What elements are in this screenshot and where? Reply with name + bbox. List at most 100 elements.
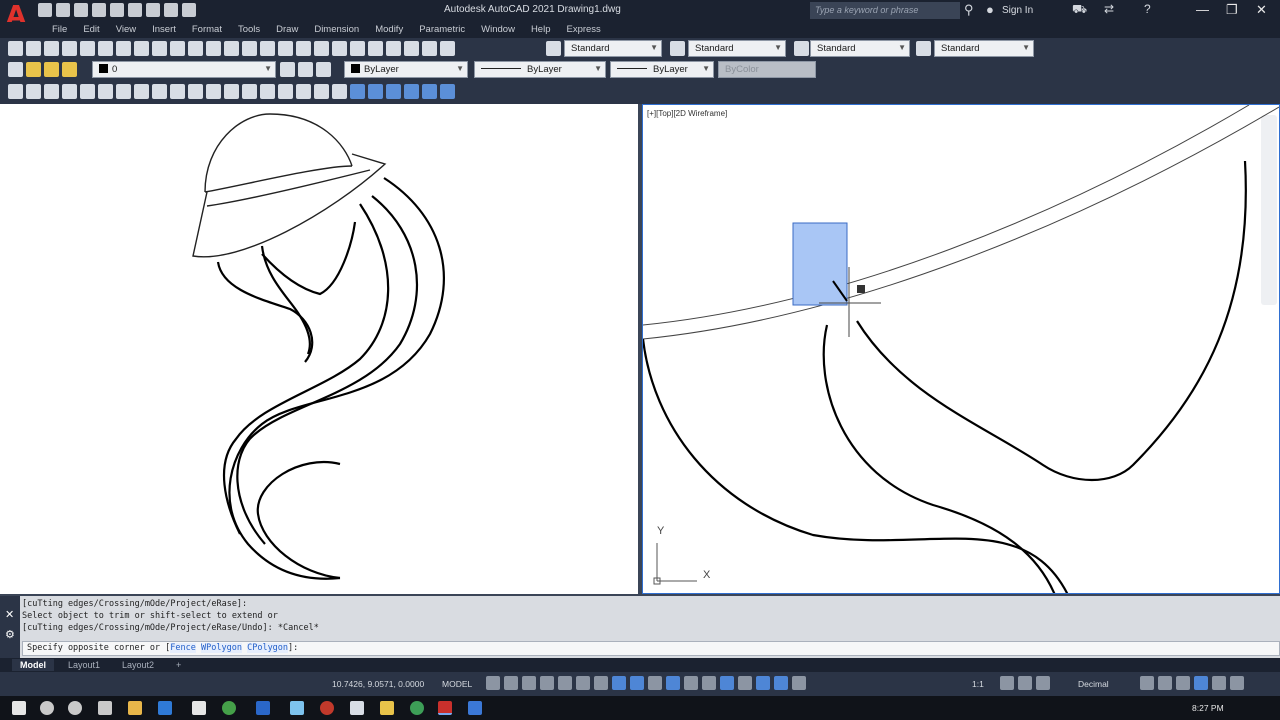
offset-icon[interactable] bbox=[62, 84, 77, 99]
layer-thaw-icon[interactable] bbox=[44, 62, 59, 77]
table-style-dropdown[interactable]: Standard ▼ bbox=[810, 40, 910, 57]
menu-modify[interactable]: Modify bbox=[367, 22, 411, 38]
app-word-icon[interactable] bbox=[468, 701, 482, 715]
move-icon[interactable] bbox=[98, 84, 113, 99]
sign-in-link[interactable]: Sign In bbox=[1002, 5, 1033, 16]
view-left-icon[interactable] bbox=[386, 84, 401, 99]
menu-edit[interactable]: Edit bbox=[75, 22, 107, 38]
copy-object-icon[interactable] bbox=[26, 84, 41, 99]
quickcalc-icon[interactable] bbox=[422, 41, 437, 56]
tab-layout2[interactable]: Layout2 bbox=[114, 659, 162, 671]
explode-icon[interactable] bbox=[278, 84, 293, 99]
app-green-icon[interactable] bbox=[222, 701, 236, 715]
auto-scale-icon[interactable] bbox=[792, 676, 806, 690]
3d-osnap-icon[interactable] bbox=[702, 676, 716, 690]
polar-icon[interactable] bbox=[576, 676, 590, 690]
menu-window[interactable]: Window bbox=[473, 22, 523, 38]
pan-icon[interactable] bbox=[260, 41, 275, 56]
open-icon[interactable] bbox=[56, 3, 70, 17]
add-layout-button[interactable]: + bbox=[168, 659, 189, 671]
scale-icon[interactable] bbox=[134, 84, 149, 99]
menu-draw[interactable]: Draw bbox=[268, 22, 306, 38]
tab-model[interactable]: Model bbox=[12, 659, 54, 671]
publish-icon[interactable] bbox=[98, 41, 113, 56]
app-blue-icon[interactable] bbox=[256, 701, 270, 715]
cut-icon[interactable] bbox=[134, 41, 149, 56]
copy-icon[interactable] bbox=[152, 41, 167, 56]
save-as-icon[interactable] bbox=[92, 3, 106, 17]
redo-tool-icon[interactable] bbox=[242, 41, 257, 56]
app-lightblue-icon[interactable] bbox=[290, 701, 304, 715]
cart-icon[interactable]: ⛟ bbox=[1072, 2, 1087, 18]
store-icon[interactable] bbox=[192, 701, 206, 715]
app-doc-icon[interactable] bbox=[350, 701, 364, 715]
viewport-left[interactable] bbox=[0, 104, 638, 594]
linetype-dropdown[interactable]: ByLayer ▼ bbox=[474, 61, 606, 78]
clean-screen-icon[interactable] bbox=[1212, 676, 1226, 690]
view-front-icon[interactable] bbox=[422, 84, 437, 99]
customize-icon[interactable]: ⚙ bbox=[5, 628, 15, 641]
design-center-icon[interactable] bbox=[350, 41, 365, 56]
taskbar-search-icon[interactable] bbox=[40, 701, 54, 715]
layer-unlock-icon[interactable] bbox=[62, 62, 77, 77]
undo-icon[interactable] bbox=[146, 3, 160, 17]
view-bottom-icon[interactable] bbox=[368, 84, 383, 99]
app-media-icon[interactable] bbox=[410, 701, 424, 715]
option-cpolygon[interactable]: CPolygon bbox=[247, 643, 289, 653]
sheet-set-icon[interactable] bbox=[386, 41, 401, 56]
menu-express[interactable]: Express bbox=[558, 22, 608, 38]
minimize-button[interactable]: — bbox=[1196, 2, 1209, 17]
object-snap-icon[interactable] bbox=[630, 676, 644, 690]
text-style-dropdown[interactable]: Standard ▼ bbox=[564, 40, 662, 57]
annotation-visibility-icon[interactable] bbox=[774, 676, 788, 690]
view-top-icon[interactable] bbox=[350, 84, 365, 99]
fillet-icon[interactable] bbox=[260, 84, 275, 99]
block-icon[interactable] bbox=[314, 84, 329, 99]
layer-dropdown[interactable]: 0 ▼ bbox=[92, 61, 276, 78]
menu-tools[interactable]: Tools bbox=[230, 22, 268, 38]
close-button[interactable]: ✕ bbox=[1256, 2, 1267, 18]
maximize-button[interactable]: ❐ bbox=[1226, 2, 1238, 18]
menu-dimension[interactable]: Dimension bbox=[306, 22, 367, 38]
command-window-handle[interactable]: ✕ ⚙ bbox=[0, 596, 20, 658]
paste-icon[interactable] bbox=[170, 41, 185, 56]
qnew-icon[interactable] bbox=[8, 41, 23, 56]
color-dropdown[interactable]: ByLayer ▼ bbox=[344, 61, 468, 78]
extend-icon[interactable] bbox=[188, 84, 203, 99]
exchange-icon[interactable]: ⇄ bbox=[1104, 2, 1114, 16]
tool-palettes-icon[interactable] bbox=[368, 41, 383, 56]
grid-icon[interactable] bbox=[486, 676, 500, 690]
cortana-icon[interactable] bbox=[68, 701, 82, 715]
infer-icon[interactable] bbox=[522, 676, 536, 690]
quick-properties-icon[interactable] bbox=[1140, 676, 1154, 690]
menu-insert[interactable]: Insert bbox=[144, 22, 184, 38]
annotation-monitor-icon[interactable] bbox=[1018, 676, 1032, 690]
web-mobile-icon[interactable] bbox=[110, 3, 124, 17]
dim-style-dropdown[interactable]: Standard ▼ bbox=[688, 40, 786, 57]
open-file-icon[interactable] bbox=[26, 41, 41, 56]
join-icon[interactable] bbox=[224, 84, 239, 99]
selection-cycling-icon[interactable] bbox=[684, 676, 698, 690]
autocad-taskbar-icon[interactable] bbox=[438, 701, 452, 715]
markup-icon[interactable] bbox=[404, 41, 419, 56]
plot-icon[interactable] bbox=[128, 3, 142, 17]
save-icon[interactable] bbox=[74, 3, 88, 17]
selection-filter-icon[interactable] bbox=[738, 676, 752, 690]
lineweight-dropdown[interactable]: ByLayer ▼ bbox=[610, 61, 714, 78]
stretch-icon[interactable] bbox=[152, 84, 167, 99]
multileader-style-dropdown[interactable]: Standard ▼ bbox=[934, 40, 1034, 57]
user-icon[interactable]: ● bbox=[986, 2, 994, 17]
menu-view[interactable]: View bbox=[108, 22, 144, 38]
task-view-icon[interactable] bbox=[98, 701, 112, 715]
layer-states-icon[interactable] bbox=[316, 62, 331, 77]
gizmo-icon[interactable] bbox=[756, 676, 770, 690]
ortho-icon[interactable] bbox=[558, 676, 572, 690]
mirror-icon[interactable] bbox=[44, 84, 59, 99]
menu-format[interactable]: Format bbox=[184, 22, 230, 38]
isodraft-icon[interactable] bbox=[594, 676, 608, 690]
array-icon[interactable] bbox=[80, 84, 95, 99]
object-snap-tracking-icon[interactable] bbox=[612, 676, 626, 690]
3d-print-icon[interactable] bbox=[116, 41, 131, 56]
undo-tool-icon[interactable] bbox=[224, 41, 239, 56]
close-icon[interactable]: ✕ bbox=[5, 608, 14, 621]
